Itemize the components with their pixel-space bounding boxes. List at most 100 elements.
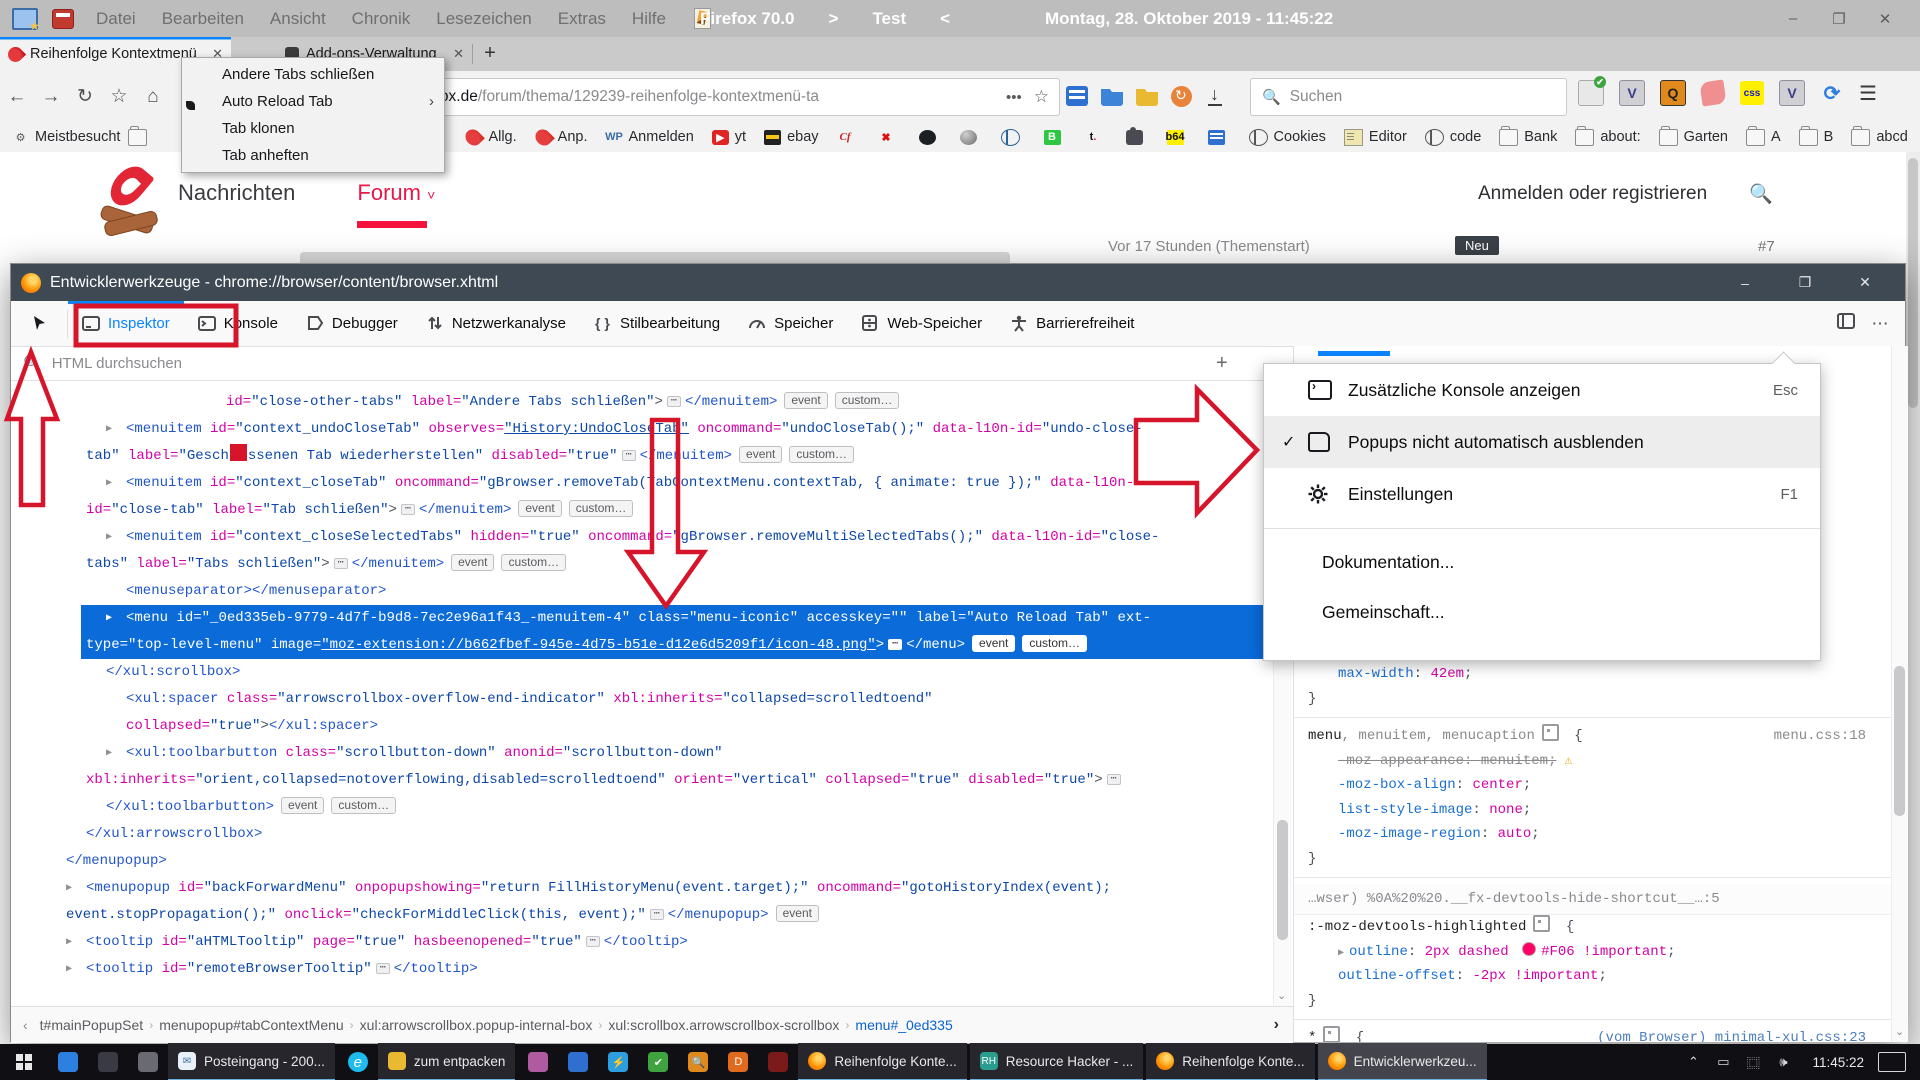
bookmark-item-yt[interactable]: ▶yt: [712, 129, 746, 145]
bookmark-item[interactable]: ✖: [878, 130, 901, 145]
close-icon[interactable]: ✕: [1862, 10, 1908, 28]
menu-datei[interactable]: Datei: [96, 9, 136, 29]
rules-scrollbar[interactable]: ⌄: [1891, 346, 1908, 1042]
minimize-icon[interactable]: –: [1770, 10, 1816, 27]
taskbar-icon-magnifier[interactable]: 🔍: [678, 1044, 718, 1080]
breadcrumb-forward-icon[interactable]: ›: [1274, 1016, 1279, 1034]
markup-line[interactable]: <menuseparator></menuseparator>: [11, 578, 1293, 605]
expand-arrow-icon[interactable]: ▶: [66, 929, 72, 956]
network-monitor-icon[interactable]: ⿴: [1738, 1053, 1768, 1072]
dock-layout-icon[interactable]: [1829, 313, 1863, 334]
page-scrollbar[interactable]: [1906, 152, 1920, 1044]
add-node-icon[interactable]: +: [1216, 352, 1228, 375]
event-badge[interactable]: event: [784, 392, 827, 409]
bookmark-item-anp[interactable]: Anp.: [535, 129, 588, 145]
expand-arrow-icon[interactable]: ▶: [106, 605, 112, 632]
markup-line[interactable]: ▶<xul:toolbarbutton class="scrollbutton-…: [11, 740, 1293, 767]
markup-line[interactable]: ▶<menuitem id="context_closeSelectedTabs…: [11, 524, 1293, 551]
bookmark-item-abcd[interactable]: abcd: [1851, 129, 1907, 146]
markup-line[interactable]: </xul:scrollbox>: [11, 659, 1293, 686]
rule-sel[interactable]: * {(vom Browser) minimal-xul.css:23: [1294, 1026, 1892, 1042]
event-badge[interactable]: event: [739, 446, 782, 463]
devtools-tab-inspektor[interactable]: Inspektor: [68, 301, 184, 346]
start-button[interactable]: [0, 1044, 48, 1080]
devtools-tab-web-speicher[interactable]: Web-Speicher: [847, 301, 996, 346]
highlighter-target-icon[interactable]: [1323, 1026, 1340, 1042]
v-addon-icon[interactable]: V: [1619, 80, 1645, 106]
scroll-addon-icon[interactable]: [1699, 79, 1726, 106]
event-badge[interactable]: custom…: [789, 446, 854, 463]
reload-icon[interactable]: ↻: [68, 85, 102, 108]
markup-line-selected[interactable]: ▶<menu id="_0ed335eb-9779-4d7f-b9d8-7ec2…: [11, 605, 1293, 632]
bookmark-item-allg[interactable]: Allg.: [465, 129, 516, 145]
event-badge[interactable]: event: [281, 797, 324, 814]
restore-icon[interactable]: ❐: [1816, 10, 1862, 28]
breadcrumb-item[interactable]: xul:arrowscrollbox.popup-internal-box: [360, 1017, 593, 1033]
page-search-icon[interactable]: 🔍: [1749, 182, 1773, 206]
rule-source-link[interactable]: (vom Browser) minimal-xul.css:23: [1597, 1026, 1866, 1042]
markup-line[interactable]: ▶<tooltip id="aHTMLTooltip" page="true" …: [11, 929, 1293, 956]
collapsed-children-badge[interactable]: ⋯: [650, 909, 664, 920]
orange-reload-icon[interactable]: [1171, 86, 1192, 107]
star-page-icon[interactable]: ☆: [1034, 87, 1049, 107]
breadcrumb-back-icon[interactable]: ‹: [23, 1017, 28, 1033]
event-badge[interactable]: custom…: [331, 797, 396, 814]
bookmark-item[interactable]: [1001, 129, 1026, 146]
expand-arrow-icon[interactable]: ▶: [66, 956, 72, 983]
collapsed-children-badge[interactable]: ⋯: [1107, 774, 1121, 785]
event-badge[interactable]: custom…: [835, 392, 900, 409]
menu-bearbeiten[interactable]: Bearbeiten: [162, 9, 244, 29]
menu-hilfe[interactable]: Hilfe: [632, 9, 666, 29]
rule-decl[interactable]: outline-offset: -2px !important;: [1294, 964, 1892, 989]
event-badge[interactable]: event: [451, 554, 494, 571]
menu-item-popups-nicht-automatisch-ausblenden[interactable]: ✓Popups nicht automatisch ausblenden: [1264, 416, 1820, 468]
bookmark-item-editor[interactable]: Editor: [1344, 129, 1407, 146]
bookmark-item-b64[interactable]: b64: [1167, 130, 1190, 145]
open-folder-icon[interactable]: [1136, 86, 1158, 106]
rule-close[interactable]: }: [1294, 847, 1892, 872]
expand-arrow-icon[interactable]: ▶: [106, 740, 112, 767]
new-tab-button[interactable]: +: [473, 37, 507, 71]
blue-folder-icon[interactable]: [1101, 86, 1123, 106]
url-bar[interactable]: camp-firefox.de/forum/thema/129239-reihe…: [358, 78, 1060, 116]
markup-line-selected[interactable]: type="top-level-menu" image="moz-extensi…: [11, 632, 1293, 659]
markup-scrollbar-thumb[interactable]: [1277, 820, 1288, 940]
v2-addon-icon[interactable]: V: [1779, 80, 1805, 106]
taskbar-app-posteingang-[interactable]: ✉Posteingang - 200...: [168, 1043, 335, 1080]
event-badge[interactable]: event: [776, 905, 819, 922]
meatball-menu-icon[interactable]: ⋯: [1863, 314, 1897, 334]
page-actions-icon[interactable]: •••: [1006, 89, 1022, 106]
tab-close-icon[interactable]: ✕: [453, 46, 464, 62]
event-badge[interactable]: event: [518, 500, 561, 517]
bookmark-item[interactable]: [1208, 130, 1231, 145]
nav-forum[interactable]: Forum ˅: [357, 180, 435, 206]
collapsed-children-badge[interactable]: ⋯: [667, 396, 681, 407]
markup-line[interactable]: xbl:inherits="orient,collapsed=notoverfl…: [11, 767, 1293, 794]
menu-chronik[interactable]: Chronik: [352, 9, 411, 29]
highlighter-target-icon[interactable]: [1533, 915, 1550, 932]
rule-close[interactable]: }: [1294, 687, 1892, 712]
html-search-row[interactable]: 🔍 HTML durchsuchen +: [11, 346, 1293, 381]
calendar-check-addon-icon[interactable]: [1578, 80, 1604, 106]
markup-view[interactable]: id="close-other-tabs" label="Andere Tabs…: [11, 380, 1293, 1015]
menu-item-dokumentation-[interactable]: Dokumentation...: [1264, 537, 1820, 587]
taskbar-icon-image-editor[interactable]: [518, 1044, 558, 1080]
close-icon[interactable]: ✕: [1835, 274, 1895, 291]
breadcrumb-item[interactable]: menu#_0ed335: [855, 1017, 952, 1033]
expand-arrow-icon[interactable]: ▶: [106, 470, 112, 497]
battery-icon[interactable]: ▭: [1708, 1054, 1738, 1070]
markup-line[interactable]: id="close-other-tabs" label="Andere Tabs…: [11, 389, 1293, 416]
taskbar-app-reihenfolge-konte-[interactable]: Reihenfolge Konte...: [798, 1043, 966, 1080]
back-icon[interactable]: ←: [0, 86, 34, 108]
markup-line[interactable]: ▶<menupopup id="backForwardMenu" onpopup…: [11, 875, 1293, 902]
campfire-logo[interactable]: [100, 164, 158, 242]
menu-hamburger-icon[interactable]: ☰: [1859, 81, 1877, 106]
markup-line[interactable]: id="close-tab" label="Tab schließen">⋯</…: [11, 497, 1293, 524]
menu-lesezeichen[interactable]: Lesezeichen: [436, 9, 531, 29]
context-menu-item[interactable]: Tab anheften: [182, 142, 444, 169]
menu-extras[interactable]: Extras: [558, 9, 606, 29]
menu-item-zus-tzliche-konsole-anzeigen[interactable]: Zusätzliche Konsole anzeigenEsc: [1264, 364, 1820, 416]
speaker-icon[interactable]: 🕪: [1768, 1054, 1798, 1070]
bookmark-item-code[interactable]: code: [1425, 129, 1481, 146]
post-number[interactable]: #7: [1758, 238, 1775, 255]
